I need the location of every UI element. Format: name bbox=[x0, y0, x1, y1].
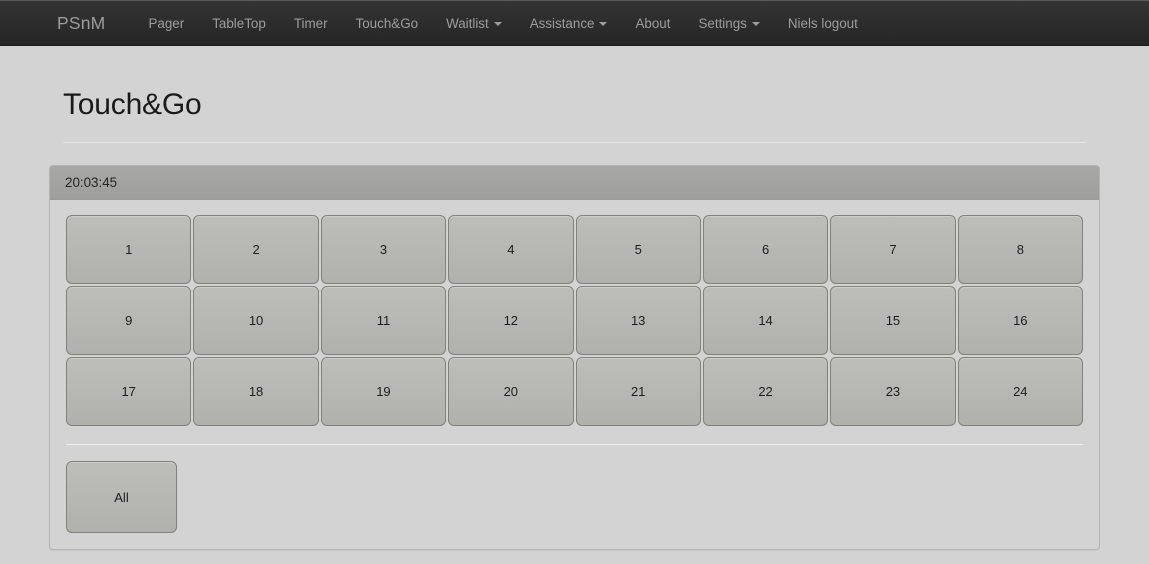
nav-item-pager[interactable]: Pager bbox=[134, 1, 198, 46]
table-button-23[interactable]: 23 bbox=[830, 357, 956, 426]
table-button-8[interactable]: 8 bbox=[957, 215, 1083, 284]
table-button-label: 20 bbox=[503, 384, 519, 399]
table-button-label: 1 bbox=[125, 242, 133, 257]
table-button-label: 18 bbox=[248, 384, 264, 399]
table-button-label: 12 bbox=[503, 313, 519, 328]
title-divider bbox=[63, 142, 1086, 143]
table-button-24[interactable]: 24 bbox=[957, 357, 1083, 426]
table-button-20[interactable]: 20 bbox=[448, 357, 574, 426]
nav-item-assistance[interactable]: Assistance bbox=[516, 1, 622, 46]
page-container: Touch&Go 20:03:45 1 2 3 4 5 6 7 8 9 10 11 12 13 14 15 1… bbox=[0, 46, 1149, 550]
panel-footer: All bbox=[66, 461, 1083, 533]
table-button-label: 21 bbox=[630, 384, 646, 399]
table-button-label: 22 bbox=[758, 384, 773, 399]
table-button-3[interactable]: 3 bbox=[320, 215, 447, 284]
table-button-11[interactable]: 11 bbox=[320, 286, 447, 355]
nav-item-label: Niels logout bbox=[787, 15, 858, 31]
table-button-label: 3 bbox=[379, 242, 388, 257]
table-button-14[interactable]: 14 bbox=[702, 286, 829, 355]
table-button-19[interactable]: 19 bbox=[320, 357, 447, 426]
table-button-12[interactable]: 12 bbox=[448, 286, 574, 355]
table-button-9[interactable]: 9 bbox=[66, 286, 192, 355]
navbar-menu: Pager TableTop Timer Touch&Go Waitlist Assist… bbox=[120, 1, 871, 45]
table-button-10[interactable]: 10 bbox=[193, 286, 319, 355]
nav-item-label: Assistance bbox=[529, 15, 595, 31]
table-button-label: 14 bbox=[758, 313, 773, 328]
table-button-18[interactable]: 18 bbox=[193, 357, 319, 426]
nav-item-label: Touch&Go bbox=[355, 15, 419, 31]
nav-item-touch-go[interactable]: Touch&Go bbox=[342, 1, 433, 46]
nav-item-timer[interactable]: Timer bbox=[280, 1, 342, 46]
nav-item-waitlist[interactable]: Waitlist bbox=[432, 1, 516, 46]
main-navbar: PSnM Pager TableTop Timer Touch&Go Waitlist A… bbox=[0, 0, 1149, 46]
nav-item-label: Timer bbox=[293, 15, 328, 31]
table-button-label: 16 bbox=[1013, 313, 1028, 328]
table-button-4[interactable]: 4 bbox=[448, 215, 574, 284]
table-button-label: 15 bbox=[885, 313, 901, 328]
table-button-label: 8 bbox=[1016, 242, 1024, 257]
nav-item-tabletop[interactable]: TableTop bbox=[198, 1, 280, 46]
nav-item-label: About bbox=[635, 15, 671, 31]
clock-label: 20:03:45 bbox=[65, 175, 118, 190]
chevron-down-icon bbox=[493, 21, 502, 26]
table-button-label: 2 bbox=[252, 242, 260, 257]
table-button-5[interactable]: 5 bbox=[575, 215, 701, 284]
table-button-22[interactable]: 22 bbox=[702, 357, 829, 426]
table-button-label: 9 bbox=[125, 313, 133, 328]
table-button-label: 17 bbox=[121, 384, 136, 399]
panel-body: 1 2 3 4 5 6 7 8 9 10 11 12 13 14 15 16 17 18 19 20 21 22 23 24 … bbox=[50, 200, 1099, 549]
nav-item-niels-logout[interactable]: Niels logout bbox=[774, 1, 872, 46]
table-button-6[interactable]: 6 bbox=[702, 215, 829, 284]
table-button-label: 4 bbox=[507, 242, 515, 257]
chevron-down-icon bbox=[751, 21, 760, 26]
table-button-grid: 1 2 3 4 5 6 7 8 9 10 11 12 13 14 15 16 17 18 19 20 21 22 23 24 bbox=[66, 215, 1083, 426]
chevron-down-icon bbox=[599, 21, 608, 26]
navbar-brand[interactable]: PSnM bbox=[57, 1, 120, 46]
table-button-16[interactable]: 16 bbox=[957, 286, 1083, 355]
nav-item-label: Settings bbox=[698, 15, 747, 31]
table-button-7[interactable]: 7 bbox=[830, 215, 956, 284]
nav-item-label: Pager bbox=[148, 15, 185, 31]
table-button-21[interactable]: 21 bbox=[575, 357, 701, 426]
nav-item-settings[interactable]: Settings bbox=[684, 1, 773, 46]
table-button-label: 23 bbox=[885, 384, 901, 399]
table-button-15[interactable]: 15 bbox=[830, 286, 956, 355]
table-button-2[interactable]: 2 bbox=[193, 215, 319, 284]
table-button-1[interactable]: 1 bbox=[66, 215, 192, 284]
panel-heading: 20:03:45 bbox=[50, 166, 1099, 200]
table-button-label: 10 bbox=[248, 313, 264, 328]
table-button-17[interactable]: 17 bbox=[66, 357, 192, 426]
nav-item-label: TableTop bbox=[212, 15, 266, 31]
nav-item-about[interactable]: About bbox=[621, 1, 684, 46]
touch-and-go-panel: 20:03:45 1 2 3 4 5 6 7 8 9 10 11 12 13 14 15 16 17 18 19 20… bbox=[49, 165, 1100, 550]
nav-item-label: Waitlist bbox=[446, 15, 489, 31]
table-button-label: 13 bbox=[630, 313, 646, 328]
page-title: Touch&Go bbox=[63, 88, 202, 121]
table-button-label: 6 bbox=[761, 242, 770, 257]
table-button-label: 11 bbox=[376, 313, 391, 328]
table-button-label: 5 bbox=[634, 242, 642, 257]
grid-divider bbox=[66, 444, 1083, 445]
table-button-label: 19 bbox=[376, 384, 391, 399]
table-button-label: 24 bbox=[1013, 384, 1028, 399]
table-button-label: 7 bbox=[889, 242, 897, 257]
table-button-13[interactable]: 13 bbox=[575, 286, 701, 355]
all-button[interactable]: All bbox=[66, 461, 177, 533]
